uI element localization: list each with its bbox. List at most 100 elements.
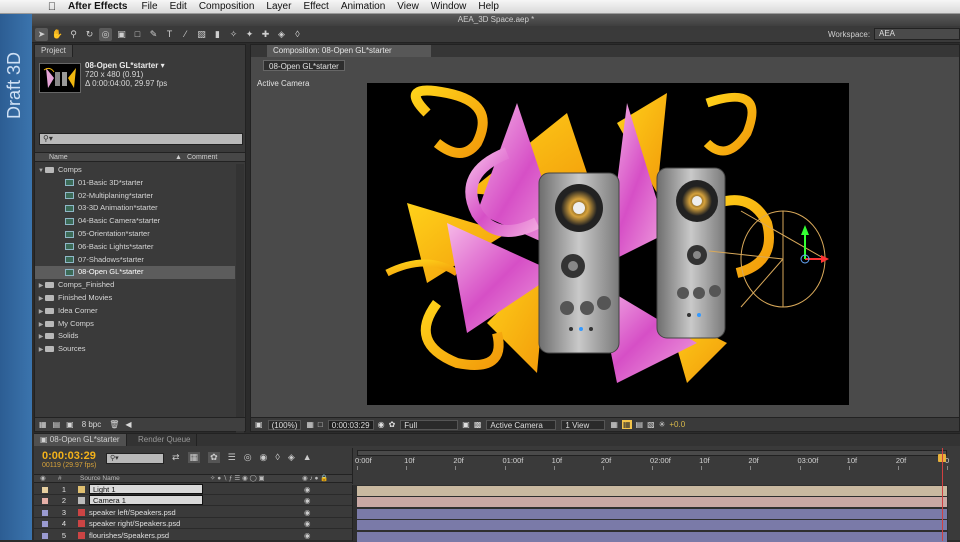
folder-row[interactable]: ▶ My Comps bbox=[35, 318, 235, 331]
folder-row[interactable]: ▶ Idea Corner bbox=[35, 305, 235, 318]
comp-row[interactable]: 01-Basic 3D*starter bbox=[35, 177, 235, 190]
layer-duration-bar[interactable] bbox=[357, 508, 947, 519]
comp-row[interactable]: 03-3D Animation*starter bbox=[35, 202, 235, 215]
layer-row[interactable]: 5 flourishes/Speakers.psd ◉ bbox=[34, 530, 352, 541]
menu-composition[interactable]: Composition bbox=[199, 1, 255, 12]
project-search-input[interactable]: ⚲▾ bbox=[39, 133, 243, 145]
comp-row[interactable]: 08-Open GL*starter bbox=[35, 266, 235, 280]
folder-row[interactable]: ▶ Finished Movies bbox=[35, 292, 235, 305]
layer-row[interactable]: 4 speaker right/Speakers.psd ◉ bbox=[34, 518, 352, 530]
layer-row[interactable]: 1 Light 1 ◉ bbox=[34, 484, 352, 495]
frame-blending-icon[interactable]: ☰ bbox=[228, 452, 236, 463]
brainstorm-icon[interactable]: ◉ bbox=[260, 452, 268, 463]
rectangle-tool-icon[interactable]: □ bbox=[131, 28, 144, 41]
puppet-pin-tool-icon[interactable]: ✦ bbox=[243, 28, 256, 41]
menu-app-name[interactable]: After Effects bbox=[68, 1, 127, 12]
view-axis-icon[interactable]: ◊ bbox=[291, 28, 304, 41]
exposure-value[interactable]: +0.0 bbox=[669, 420, 685, 429]
disclosure-triangle-icon[interactable]: ▶ bbox=[37, 344, 45, 357]
column-comment[interactable]: Comment bbox=[187, 153, 217, 162]
clone-stamp-tool-icon[interactable]: ▧ bbox=[195, 28, 208, 41]
tab-timeline-comp[interactable]: ▣ 08-Open GL*starter bbox=[34, 434, 127, 446]
pin-icon[interactable]: ▲ bbox=[303, 452, 312, 463]
column-name[interactable]: Name bbox=[49, 153, 68, 162]
comp-row[interactable]: 04-Basic Camera*starter bbox=[35, 215, 235, 228]
motion-blur-icon[interactable]: ◎ bbox=[244, 452, 252, 463]
toggle-pixel-aspect-icon[interactable]: ▦ bbox=[610, 420, 618, 429]
label-color-swatch[interactable] bbox=[42, 509, 48, 516]
composition-breadcrumb[interactable]: 08-Open GL*starter bbox=[263, 60, 345, 71]
comp-row[interactable]: 06-Basic Lights*starter bbox=[35, 241, 235, 254]
folder-row[interactable]: ▶ Sources bbox=[35, 343, 235, 356]
magnification-select[interactable]: (100%) bbox=[267, 419, 302, 430]
brush-tool-icon[interactable]: ⁄ bbox=[179, 28, 192, 41]
menu-help[interactable]: Help bbox=[478, 1, 499, 12]
layer-name[interactable]: Light 1 bbox=[89, 484, 203, 494]
tab-project[interactable]: Project bbox=[35, 45, 73, 57]
label-color-swatch[interactable] bbox=[42, 498, 48, 505]
visibility-eye-icon[interactable]: ◉ bbox=[304, 518, 311, 529]
eraser-tool-icon[interactable]: ▮ bbox=[211, 28, 224, 41]
layer-duration-bar[interactable] bbox=[357, 497, 947, 508]
folder-row[interactable]: ▶ Solids bbox=[35, 330, 235, 343]
comp-row[interactable]: 05-Orientation*starter bbox=[35, 228, 235, 241]
3d-view-select[interactable]: Active Camera bbox=[486, 419, 557, 430]
label-color-swatch[interactable] bbox=[42, 487, 48, 493]
current-time-field[interactable]: 0:00:03:29 bbox=[327, 419, 374, 430]
label-color-swatch[interactable] bbox=[42, 521, 48, 528]
tab-render-queue[interactable]: Render Queue bbox=[132, 434, 198, 446]
layer-name[interactable]: speaker right/Speakers.psd bbox=[89, 518, 180, 529]
safe-zones-icon[interactable]: ▦ bbox=[306, 420, 314, 429]
menu-edit[interactable]: Edit bbox=[170, 1, 187, 12]
visibility-eye-icon[interactable]: ◉ bbox=[304, 507, 311, 518]
apple-icon[interactable]:  bbox=[44, 1, 60, 13]
tab-composition[interactable]: Composition: 08-Open GL*starter bbox=[267, 45, 431, 57]
scroll-left-icon[interactable]: ◀ bbox=[125, 420, 131, 429]
hand-tool-icon[interactable]: ✋ bbox=[51, 28, 64, 41]
trash-icon[interactable]: 🗑 bbox=[109, 420, 119, 429]
timeline-current-time[interactable]: 0:00:03:29 bbox=[42, 450, 96, 462]
orbit-camera-tool-icon[interactable]: ◎ bbox=[99, 27, 112, 41]
comp-row[interactable]: 02-Multiplaning*starter bbox=[35, 190, 235, 203]
world-axis-icon[interactable]: ◈ bbox=[275, 28, 288, 41]
rotation-tool-icon[interactable]: ↻ bbox=[83, 28, 96, 41]
layer-name[interactable]: speaker left/Speakers.psd bbox=[89, 507, 176, 518]
exposure-icon[interactable]: ✳ bbox=[659, 420, 666, 429]
graph-editor-icon[interactable]: ◊ bbox=[275, 452, 279, 463]
menu-animation[interactable]: Animation bbox=[341, 1, 385, 12]
layer-duration-bar[interactable] bbox=[357, 531, 947, 542]
timeline-icon[interactable]: ▤ bbox=[636, 420, 644, 429]
fast-previews-icon[interactable]: ▦ bbox=[621, 420, 632, 429]
always-preview-icon[interactable]: ▣ bbox=[255, 420, 263, 429]
menu-effect[interactable]: Effect bbox=[303, 1, 328, 12]
layer-row[interactable]: 3 speaker left/Speakers.psd ◉ bbox=[34, 507, 352, 518]
folder-row[interactable]: ▶ Comps_Finished bbox=[35, 279, 235, 292]
menu-file[interactable]: File bbox=[141, 1, 157, 12]
new-comp-icon[interactable]: ▣ bbox=[66, 420, 74, 429]
layer-name[interactable]: Camera 1 bbox=[89, 495, 203, 506]
layer-duration-bar[interactable] bbox=[357, 486, 947, 496]
composition-viewer[interactable] bbox=[367, 83, 849, 405]
draft-3d-icon[interactable]: ▦ bbox=[187, 452, 201, 463]
label-color-swatch[interactable] bbox=[42, 532, 48, 539]
timeline-search-input[interactable]: ⚲▾ bbox=[106, 453, 164, 464]
visibility-eye-icon[interactable]: ◉ bbox=[304, 530, 311, 541]
live-update-icon[interactable]: ◈ bbox=[288, 452, 295, 463]
interpret-footage-icon[interactable]: ▦ bbox=[39, 420, 47, 429]
visibility-eye-icon[interactable]: ◉ bbox=[304, 484, 311, 495]
layer-tracks[interactable] bbox=[352, 485, 948, 542]
sort-arrow-icon[interactable]: ▲ bbox=[175, 153, 182, 162]
menu-layer[interactable]: Layer bbox=[266, 1, 291, 12]
layer-duration-bar[interactable] bbox=[357, 520, 947, 531]
view-layout-select[interactable]: 1 View bbox=[561, 419, 606, 430]
roto-brush-tool-icon[interactable]: ✧ bbox=[227, 28, 240, 41]
comp-row[interactable]: 07-Shadows*starter bbox=[35, 254, 235, 267]
workspace-select[interactable]: AEA bbox=[874, 28, 960, 40]
type-tool-icon[interactable]: T bbox=[163, 28, 176, 41]
show-channel-icon[interactable]: ✿ bbox=[389, 420, 396, 429]
column-source-name[interactable]: Source Name bbox=[80, 475, 120, 483]
resolution-select[interactable]: Full bbox=[400, 419, 459, 430]
flowchart-icon[interactable]: ▧ bbox=[647, 420, 655, 429]
pan-behind-tool-icon[interactable]: ▣ bbox=[115, 28, 128, 41]
selected-item-name[interactable]: 08-Open GL*starter ▾ bbox=[85, 61, 167, 70]
